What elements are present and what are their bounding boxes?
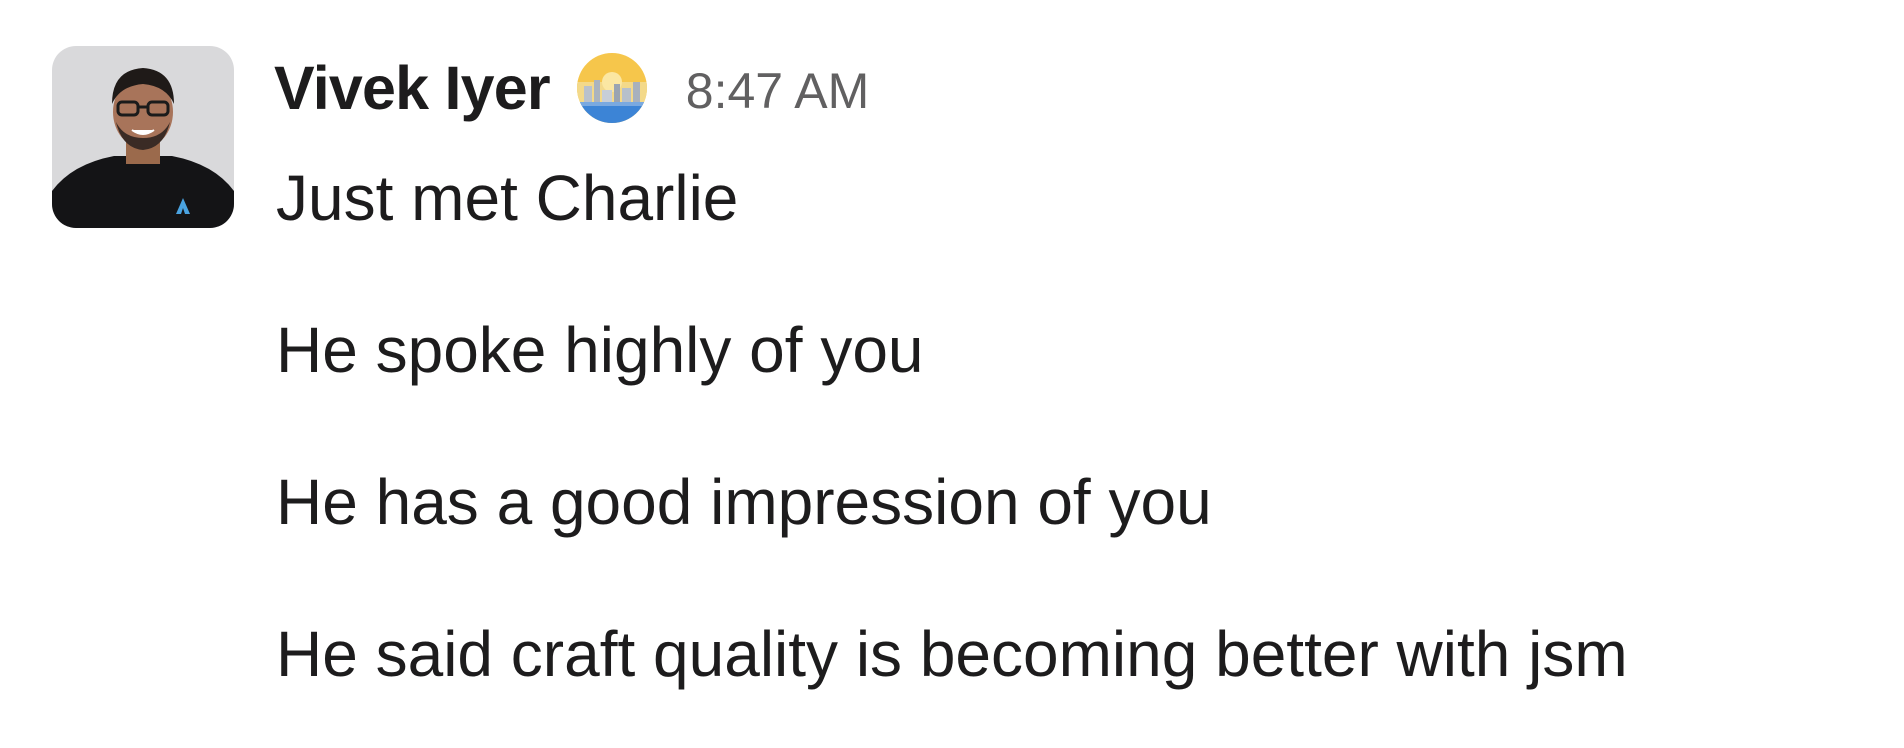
message-text-line: He spoke highly of you — [276, 314, 924, 386]
message-text-line: Just met Charlie — [276, 162, 739, 234]
sender-name[interactable]: Vivek Iyer — [274, 53, 551, 123]
user-avatar[interactable] — [52, 46, 234, 228]
message-text-line: He has a good impression of you — [276, 466, 1212, 538]
message-text-line: He said craft quality is becoming better… — [276, 618, 1628, 690]
message-header: Vivek Iyer 8:47 AM — [274, 48, 869, 128]
avatar-image — [52, 46, 234, 228]
cityscape-sunrise-emoji-icon[interactable] — [576, 52, 648, 124]
chat-message: Vivek Iyer 8:47 AM Just met Charlie He s… — [52, 46, 1872, 716]
message-timestamp[interactable]: 8:47 AM — [686, 62, 869, 120]
